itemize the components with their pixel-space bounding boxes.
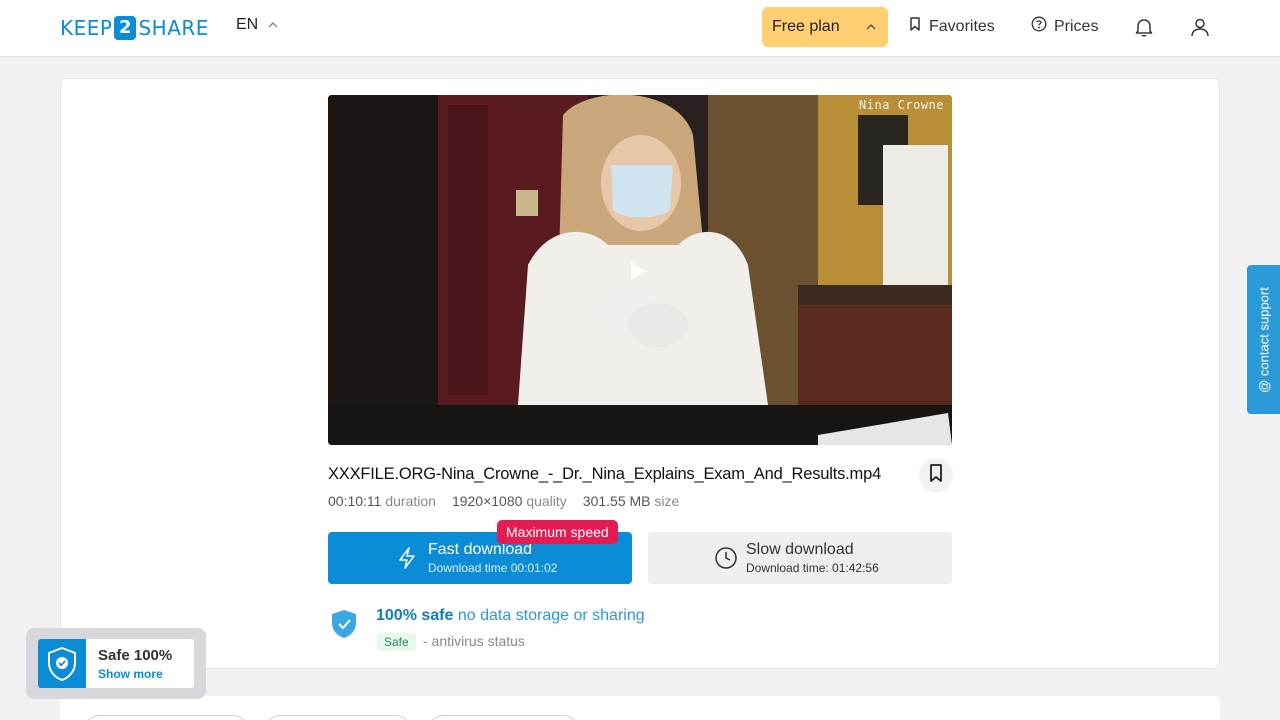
size-label: size <box>654 493 680 509</box>
fast-download-time: Download time 00:01:02 <box>428 561 558 575</box>
safety-rest: no data storage or sharing <box>457 607 645 624</box>
play-icon[interactable] <box>631 262 646 280</box>
tab-pill[interactable] <box>265 715 411 720</box>
file-meta: 00:10:11 duration 1920×1080 quality 301.… <box>328 493 679 509</box>
duration-label: duration <box>385 493 436 509</box>
show-more-link[interactable]: Show more <box>98 667 163 681</box>
help-circle-icon <box>1031 16 1047 37</box>
contact-support-tab[interactable]: @ contact support <box>1247 265 1280 414</box>
clock-icon <box>714 546 738 575</box>
contact-support-label: @ contact support <box>1256 286 1271 393</box>
slow-download-time: Download time: 01:42:56 <box>746 561 879 575</box>
shield-check-icon <box>38 639 86 688</box>
chevron-up-icon <box>268 19 278 31</box>
size-meta: 301.55 MB size <box>583 493 680 509</box>
bookmark-icon <box>927 463 945 488</box>
add-to-favorites-button[interactable] <box>919 458 953 492</box>
language-selector[interactable]: EN <box>236 16 278 34</box>
chevron-up-icon <box>866 21 876 33</box>
slow-download-button[interactable]: Slow download Download time: 01:42:56 <box>648 532 952 584</box>
safe-100-widget[interactable]: Safe 100% Show more <box>26 628 206 699</box>
slow-download-title: Slow download <box>746 541 854 558</box>
safety-strong: 100% safe <box>376 607 454 624</box>
free-plan-button[interactable]: Free plan <box>762 7 888 47</box>
favorites-link[interactable]: Favorites <box>908 16 995 37</box>
bookmark-icon <box>908 16 922 37</box>
prices-link[interactable]: Prices <box>1031 16 1098 37</box>
logo-text-left: KEEP <box>60 16 113 40</box>
quality-meta: 1920×1080 quality <box>452 493 567 509</box>
safe-widget-inner: Safe 100% Show more <box>38 639 194 688</box>
plan-label: Free plan <box>772 18 840 35</box>
logo-number: 2 <box>114 16 137 40</box>
video-watermark: Nina Crowne <box>859 98 944 112</box>
safety-statement: 100% safe no data storage or sharing <box>376 607 645 625</box>
prices-label: Prices <box>1054 17 1099 35</box>
notifications-bell-icon[interactable] <box>1132 15 1156 39</box>
antivirus-status-badge: Safe <box>377 633 416 651</box>
duration-value: 00:10:11 <box>328 493 382 509</box>
safe-widget-title: Safe 100% <box>98 647 173 664</box>
tab-pill[interactable] <box>428 715 578 720</box>
favorites-label: Favorites <box>929 17 995 35</box>
antivirus-status-label: - antivirus status <box>423 633 525 649</box>
tab-pill[interactable] <box>84 715 248 720</box>
quality-label: quality <box>526 493 567 509</box>
top-header: KEEP 2 SHARE EN Free plan Favorites Pric… <box>0 0 1280 57</box>
keep2share-logo[interactable]: KEEP 2 SHARE <box>60 15 209 41</box>
language-label: EN <box>236 16 259 33</box>
file-name: XXXFILE.ORG-Nina_Crowne_-_Dr._Nina_Expla… <box>328 465 882 483</box>
quality-value: 1920×1080 <box>451 493 523 509</box>
lightning-icon <box>396 546 418 575</box>
logo-text-right: SHARE <box>138 16 209 40</box>
size-value: 301.55 MB <box>582 493 651 509</box>
user-account-icon[interactable] <box>1188 15 1212 39</box>
shield-check-icon <box>331 609 357 644</box>
maximum-speed-badge: Maximum speed <box>497 520 618 544</box>
duration-meta: 00:10:11 duration <box>328 493 436 509</box>
